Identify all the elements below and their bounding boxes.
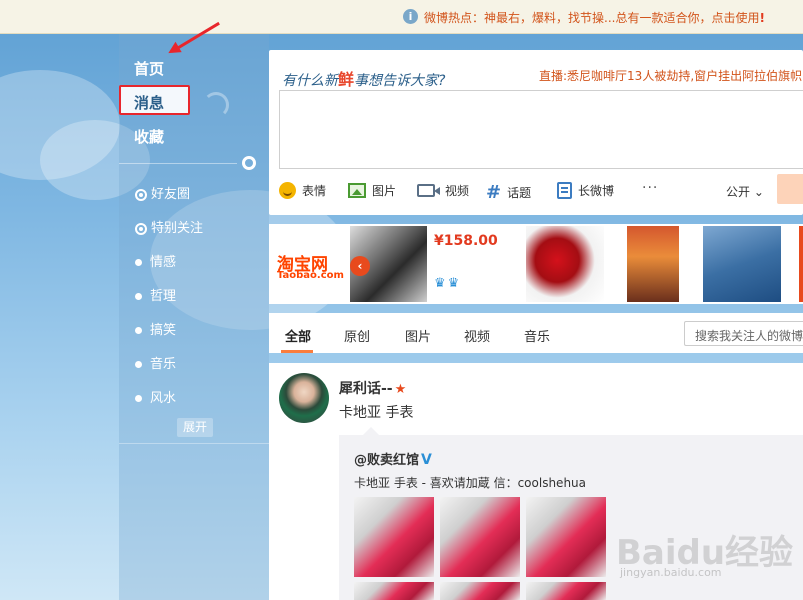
more-button[interactable]: ··· [642,180,658,196]
nav-divider [119,163,237,164]
post-image-thumbnail[interactable] [354,582,434,600]
nav-messages[interactable]: 消息 [134,92,164,113]
nav-item-label: 好友圈 [151,187,191,202]
nav-item-label: 音乐 [150,357,177,372]
post-image-thumbnail[interactable] [440,497,520,577]
video-icon [417,184,440,197]
hash-icon: # [486,182,502,203]
nav-item-funny[interactable]: 搞笑 [135,319,176,338]
repost-text: 卡地亚 手表 - 喜欢请加蔵 信：coolshehua [354,476,587,490]
nav-item-fengshui[interactable]: 风水 [135,387,176,406]
dot-icon [135,327,142,334]
tool-label: 表情 [302,184,327,198]
tab-music[interactable]: 音乐 [524,326,550,345]
topic-button[interactable]: # 话题 [486,182,531,203]
publish-button[interactable] [777,174,803,204]
nav-favorites[interactable]: 收藏 [134,126,164,147]
tab-all[interactable]: 全部 [285,326,311,345]
hot-notice-link[interactable]: 微博热点：神最右，爆料，找节操...总有一款适合你，点击使用! [424,9,765,26]
nav-item-emotion[interactable]: 情感 [135,251,176,270]
post-text: 卡地亚 手表 [339,405,414,421]
tab-images[interactable]: 图片 [405,326,431,345]
tool-label: 长微博 [578,184,615,198]
video-button[interactable]: 视频 [417,182,469,199]
nav-item-label: 风水 [150,391,177,406]
dot-icon [135,395,142,402]
nav-item-philosophy[interactable]: 哲理 [135,285,176,304]
post-image-thumbnail[interactable] [440,582,520,600]
tool-label: 图片 [372,184,397,198]
gear-icon[interactable] [242,156,256,170]
notice-bar: i 微博热点：神最右，爆料，找节操...总有一款适合你，点击使用! [0,0,803,34]
ad-prev-button[interactable]: ‹ [350,256,370,276]
dot-icon [135,259,142,266]
document-icon [557,182,572,199]
emoji-button[interactable]: 表情 [279,182,326,199]
nav-item-label: 哲理 [150,289,177,304]
tab-videos[interactable]: 视频 [464,326,490,345]
notice-mark: ! [759,11,765,25]
publisher-prompt: 有什么新鲜事想告诉大家? [282,70,446,89]
hot-news-link[interactable]: 直播:悉尼咖啡厅13人被劫持,窗户挂出阿拉伯旗帜 [539,67,802,84]
nav-item-label: 搞笑 [150,323,177,338]
nav-item-music[interactable]: 音乐 [135,353,176,372]
circle-icon [135,188,147,201]
privacy-dropdown[interactable]: 公开 ⌄ [726,183,764,200]
crown-badges-icon: ♛♛ [434,276,462,291]
signal-icon [203,92,229,118]
post-image-thumbnail[interactable] [526,582,606,600]
repost-author[interactable]: @败卖红馆 V [354,449,432,468]
feed-search-input[interactable]: 搜索我关注人的微博 [684,321,803,346]
nav-home[interactable]: 首页 [134,58,164,79]
image-icon [348,183,366,198]
author-name[interactable]: 犀利话-- ★ [339,378,406,398]
verified-icon: V [421,452,432,468]
avatar[interactable] [279,373,329,423]
tool-label: 视频 [445,184,470,198]
smiley-icon [279,182,296,199]
reposted-content: @败卖红馆 V 卡地亚 手表 - 喜欢请加蔵 信：coolshehua [339,427,803,600]
image-button[interactable]: 图片 [348,182,396,199]
tool-label: 话题 [507,186,532,200]
feed-tabs: 全部 原创 图片 视频 音乐 搜索我关注人的微博 [269,313,803,353]
star-icon: ★ [394,382,407,397]
post-image-thumbnail[interactable] [354,497,434,577]
dot-icon [135,293,142,300]
post-image-thumbnail[interactable] [526,497,606,577]
ad-price: ¥158.00 [434,233,498,249]
active-tab-indicator [281,350,313,353]
ad-image-partial[interactable] [799,226,803,302]
ad-image-roses[interactable] [526,226,604,302]
left-nav: 首页 消息 收藏 好友圈 特别关注 情感 哲理 搞笑 音乐 风水 展开 [119,21,269,600]
watermark-url: jingyan.baidu.com [620,566,722,579]
post-publisher: 有什么新鲜事想告诉大家? 直播:悉尼咖啡厅13人被劫持,窗户挂出阿拉伯旗帜 表情… [269,50,803,215]
nav-item-label: 情感 [150,255,177,270]
nav-divider [119,443,269,444]
ad-banner[interactable]: 淘宝网 Taobao.com ‹ ¥158.00 ♛♛ [269,224,803,304]
expand-button[interactable]: 展开 [177,418,213,437]
tab-original[interactable]: 原创 [344,326,370,345]
dot-icon [135,361,142,368]
nav-item-label: 特别关注 [151,221,204,236]
info-icon: i [403,9,418,24]
long-post-button[interactable]: 长微博 [557,182,614,199]
post-textarea[interactable] [279,90,803,169]
ad-image-book[interactable] [627,226,679,302]
nav-item-friends-circle[interactable]: 好友圈 [135,183,190,202]
nav-item-special-follow[interactable]: 特别关注 [135,217,203,236]
taobao-url: Taobao.com [277,270,344,281]
ad-image-jeans[interactable] [703,226,781,302]
circle-icon [135,222,147,235]
